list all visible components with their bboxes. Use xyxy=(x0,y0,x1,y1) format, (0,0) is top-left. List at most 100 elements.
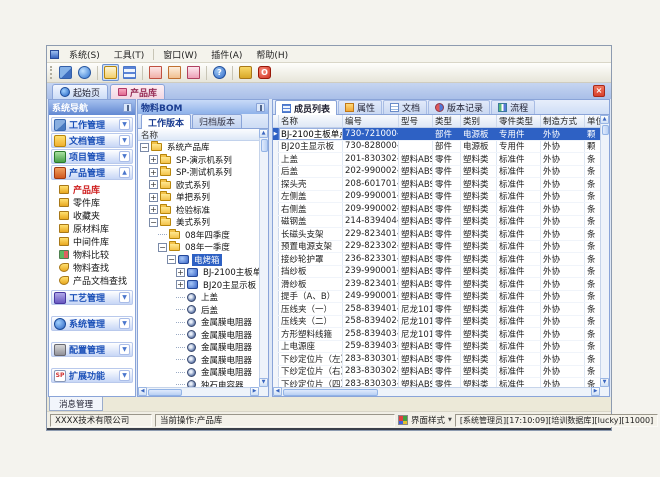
scroll-down-icon[interactable]: ▼ xyxy=(259,378,268,387)
sidebar-item-material-search[interactable]: 物料查找 xyxy=(51,261,133,274)
tab-version-history[interactable]: 版本记录 xyxy=(428,100,490,114)
table-row[interactable]: 下纱定位片（四）283-830303-00X塑料ABS零件塑料类标准件外协条 xyxy=(273,378,600,387)
sidebar-group-header-product-management[interactable]: 产品管理▲ xyxy=(51,165,133,180)
chevron-down-icon[interactable]: ▼ xyxy=(119,119,130,130)
scroll-up-icon[interactable]: ▲ xyxy=(600,115,609,124)
table-row[interactable]: 上电源座259-839403-00X塑料ABS零件塑料类标准件外协条 xyxy=(273,341,600,354)
table-row[interactable]: 磁钢盖214-839404-01X塑料ABS零件塑料类标准件外协条 xyxy=(273,216,600,229)
sidebar-item-raw-material-library[interactable]: 原材料库 xyxy=(51,222,133,235)
tab-member-list[interactable]: 成员列表 xyxy=(275,100,337,115)
column-header-2[interactable]: 型号 xyxy=(399,115,433,127)
tree-node[interactable]: −美式系列 xyxy=(138,216,259,229)
tree-node[interactable]: +BJ-2100主板单点 xyxy=(138,266,259,279)
table-row[interactable]: 长磁头支架229-823401-00X塑料ABS零件塑料类标准件外协条 xyxy=(273,228,600,241)
column-header-5[interactable]: 零件类型 xyxy=(497,115,541,127)
expand-icon[interactable]: + xyxy=(149,155,158,164)
tree-node[interactable]: 后盖 xyxy=(138,304,259,317)
web-icon[interactable] xyxy=(76,64,93,81)
tree-node[interactable]: +单把系列 xyxy=(138,191,259,204)
menu-window[interactable]: 窗口(W) xyxy=(156,47,204,62)
tree-node[interactable]: −电烤箱 xyxy=(138,254,259,267)
sidebar-group-header-document-management[interactable]: 文档管理▼ xyxy=(51,133,133,148)
pin-icon[interactable] xyxy=(123,103,132,112)
tree-node[interactable]: 08年四季度 xyxy=(138,229,259,242)
sidebar-item-product-library[interactable]: 产品库 xyxy=(51,183,133,196)
collapse-icon[interactable]: − xyxy=(140,143,149,152)
tab-archived-version[interactable]: 归档版本 xyxy=(192,114,242,128)
expand-icon[interactable]: + xyxy=(176,268,185,277)
table-row[interactable]: 压线夹（二）258-839402-00X尼龙1010零件塑料类标准件外协条 xyxy=(273,316,600,329)
navigator-panel-icon[interactable] xyxy=(102,64,119,81)
table-row[interactable]: ▶BJ-2100主板单点730-721000-12X部件电源板专用件外协颗 xyxy=(273,128,600,141)
lock-icon[interactable] xyxy=(237,64,254,81)
table-row[interactable]: 右侧盖209-990002-01X塑料ABS零件塑料类标准件外协条 xyxy=(273,203,600,216)
tree-node[interactable]: +欧式系列 xyxy=(138,179,259,192)
tree-node[interactable]: 金属膜电阻器 xyxy=(138,354,259,367)
horizontal-scrollbar[interactable]: ◀ ▶ xyxy=(138,387,259,396)
menu-tools[interactable]: 工具(T) xyxy=(107,47,152,62)
workspace-icon[interactable] xyxy=(57,64,74,81)
tree-node[interactable]: −系统产品库 xyxy=(138,141,259,154)
tree-node[interactable]: 金属膜电阻器 xyxy=(138,341,259,354)
tab-properties[interactable]: 属性 xyxy=(338,100,382,114)
table-row[interactable]: 上盖201-830302-00X塑料ABS零件塑料类标准件外协条 xyxy=(273,153,600,166)
vertical-scrollbar[interactable]: ▲ ▼ xyxy=(259,129,268,387)
table-row[interactable]: 滑纱板239-823401-00X塑料ABS零件塑料类标准件外协条 xyxy=(273,278,600,291)
sidebar-group-header-extend-functions[interactable]: SP扩展功能▼ xyxy=(51,368,133,383)
table-row[interactable]: 左侧盖209-990001-01X塑料ABS零件塑料类标准件外协条 xyxy=(273,191,600,204)
tab-documents[interactable]: 文档 xyxy=(383,100,427,114)
tab-working-version[interactable]: 工作版本 xyxy=(141,114,191,129)
ui-style-button[interactable]: 界面样式 ▼ xyxy=(398,414,452,426)
scroll-right-icon[interactable]: ▶ xyxy=(591,387,600,396)
tree-node[interactable]: 金属膜电阻器 xyxy=(138,366,259,379)
tab-workflow[interactable]: 流程 xyxy=(491,100,535,114)
table-row[interactable]: 提手（A、B）249-990001-01X塑料ABS零件塑料类标准件外协条 xyxy=(273,291,600,304)
column-header-0[interactable]: 名称 xyxy=(279,115,343,127)
tree-node[interactable]: +BJ20主显示板 xyxy=(138,279,259,292)
sidebar-group-header-config-management[interactable]: 配置管理▼ xyxy=(51,342,133,357)
sidebar-item-material-compare[interactable]: 物料比较 xyxy=(51,248,133,261)
chevron-down-icon[interactable]: ▼ xyxy=(119,370,130,381)
help-icon[interactable]: ? xyxy=(211,64,228,81)
collapse-icon[interactable]: − xyxy=(149,218,158,227)
tree-node[interactable]: +SP-演示机系列 xyxy=(138,154,259,167)
tab-start-page[interactable]: 起始页 xyxy=(52,84,108,99)
chevron-down-icon[interactable]: ▼ xyxy=(119,292,130,303)
tree-node[interactable]: −08年一季度 xyxy=(138,241,259,254)
expand-icon[interactable]: + xyxy=(149,193,158,202)
table-row[interactable]: 下纱定位片（左）283-830301-00X塑料ABS零件塑料类标准件外协条 xyxy=(273,353,600,366)
tree-node[interactable]: 金属膜电阻器 xyxy=(138,329,259,342)
scroll-up-icon[interactable]: ▲ xyxy=(259,129,268,138)
column-header-1[interactable]: 编号 xyxy=(343,115,399,127)
column-header-3[interactable]: 类型 xyxy=(433,115,461,127)
table-row[interactable]: 挡纱板239-990001-01X塑料ABS零件塑料类标准件外协条 xyxy=(273,266,600,279)
tab-product-library[interactable]: 产品库 xyxy=(110,84,165,99)
sidebar-group-header-project-management[interactable]: 项目管理▼ xyxy=(51,149,133,164)
tree-node[interactable]: 上盖 xyxy=(138,291,259,304)
scrollbar-thumb[interactable] xyxy=(261,139,268,152)
sidebar-item-middleware-library[interactable]: 中间件库 xyxy=(51,235,133,248)
message-receive-icon[interactable] xyxy=(166,64,183,81)
column-header-6[interactable]: 制造方式 xyxy=(541,115,585,127)
sidebar-group-header-system-management[interactable]: 系统管理▼ xyxy=(51,316,133,331)
message-send-icon[interactable] xyxy=(185,64,202,81)
expand-icon[interactable]: + xyxy=(149,205,158,214)
chevron-down-icon[interactable]: ▼ xyxy=(119,318,130,329)
tree-node[interactable]: 金属膜电阻器 xyxy=(138,316,259,329)
table-row[interactable]: 下纱定位片（右）283-830302-00X塑料ABS零件塑料类标准件外协条 xyxy=(273,366,600,379)
table-row[interactable]: 后盖202-990002-01X塑料ABS零件塑料类标准件外协条 xyxy=(273,166,600,179)
sidebar-item-parts-library[interactable]: 零件库 xyxy=(51,196,133,209)
column-header-4[interactable]: 类别 xyxy=(461,115,497,127)
toolbar-grip[interactable] xyxy=(50,66,53,79)
tree-node[interactable]: +SP-测试机系列 xyxy=(138,166,259,179)
tree-column-header[interactable]: 名称 xyxy=(138,129,259,141)
horizontal-scrollbar[interactable]: ◀ ▶ xyxy=(273,387,600,396)
expand-icon[interactable]: + xyxy=(149,180,158,189)
chevron-up-icon[interactable]: ▲ xyxy=(119,167,130,178)
vertical-scrollbar[interactable]: ▲ ▼ xyxy=(600,115,609,387)
sidebar-item-product-doc-search[interactable]: 产品文档查找 xyxy=(51,274,133,287)
tree-node[interactable]: 独石电容器 xyxy=(138,379,259,388)
chevron-down-icon[interactable]: ▼ xyxy=(119,151,130,162)
chevron-down-icon[interactable]: ▼ xyxy=(119,344,130,355)
scroll-right-icon[interactable]: ▶ xyxy=(250,387,259,396)
